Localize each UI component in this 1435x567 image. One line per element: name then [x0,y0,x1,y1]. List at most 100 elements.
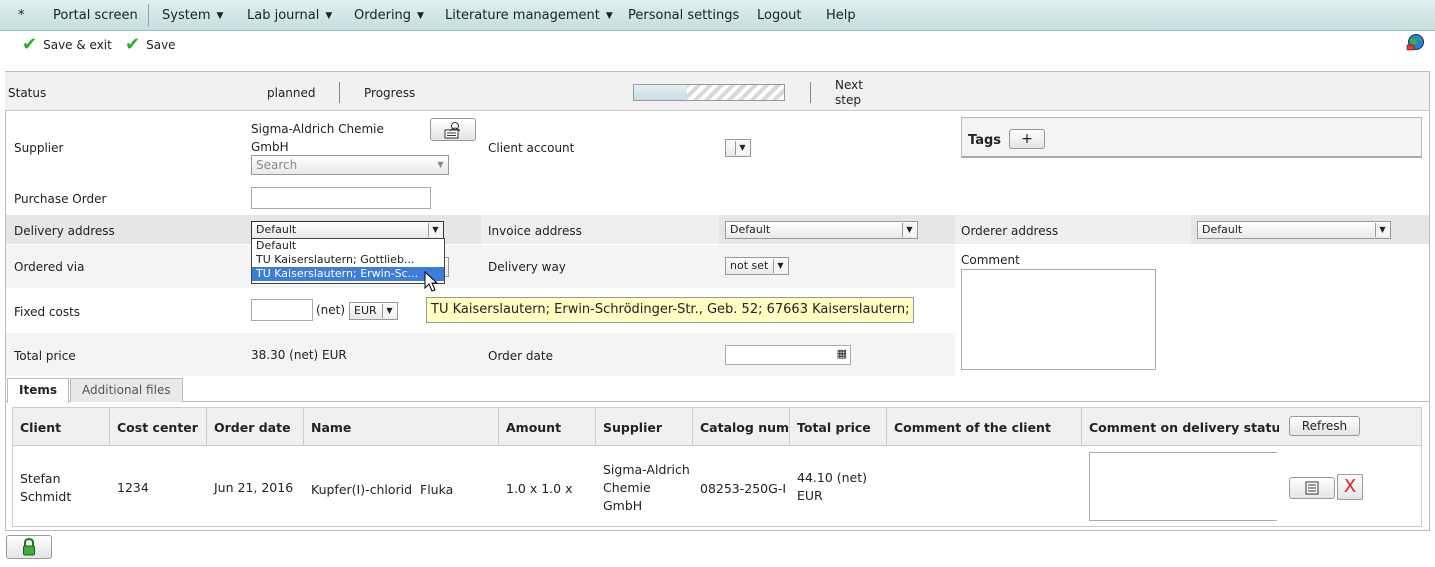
column-separator [789,408,790,445]
progress-bar-fill [634,85,687,100]
progress-label: Progress [364,86,416,100]
column-separator [109,408,110,445]
client-account-select[interactable]: ▼ [725,139,751,157]
tab-additional-files[interactable]: Additional files [70,378,183,402]
column-separator [886,408,887,445]
save-label: Save [146,38,176,52]
dropdown-option[interactable]: Default [252,239,444,253]
client-account-label: Client account [488,141,575,155]
column-header-catalog-number[interactable]: Catalog numb [700,420,789,435]
total-price-label: Total price [14,349,76,363]
tab-items[interactable]: Items [7,378,69,403]
column-header-comment-delivery[interactable]: Comment on delivery status [1089,420,1279,435]
menu-logout[interactable]: Logout [757,8,802,23]
dropdown-option-selected[interactable]: TU Kaiserslautern; Erwin-Sc... [252,267,444,281]
status-separator [810,82,811,103]
column-header-amount[interactable]: Amount [506,420,561,435]
invoice-address-select[interactable]: Default ▼ [725,221,918,239]
checkmark-icon: ✔ [22,34,38,55]
currency-select[interactable]: EUR ▼ [349,302,398,320]
column-header-order-date[interactable]: Order date [214,420,291,435]
order-date-input[interactable]: ▦ [725,345,851,365]
fixed-costs-input[interactable] [251,299,313,321]
cell-supplier: Sigma-Aldrich Chemie GmbH [603,462,690,513]
delivery-address-select[interactable]: Default ▼ [251,221,444,239]
chevron-down-icon: ▼ [325,11,333,21]
menu-label: Personal settings [628,8,740,23]
column-header-total-price[interactable]: Total price [797,420,871,435]
supplier-search-select[interactable]: Search ▼ [251,155,449,175]
cell-client: Stefan Schmidt [20,471,72,504]
lock-icon [23,537,35,556]
chevron-down-icon: ▼ [437,160,444,169]
cell-order-date: Jun 21, 2016 [214,480,294,495]
menu-system[interactable]: System ▼ [162,8,223,23]
column-header-name[interactable]: Name [311,420,351,435]
refresh-button[interactable]: Refresh [1289,416,1360,436]
cell-cost-center: 1234 [117,480,149,495]
delete-row-button[interactable]: X [1337,474,1363,500]
menu-ordering[interactable]: Ordering ▼ [354,8,424,23]
delivery-status-comment[interactable] [1089,452,1277,521]
menu-help[interactable]: Help [826,8,856,23]
globe-icon[interactable] [1406,33,1426,51]
tags-label: Tags [968,133,1002,148]
address-book-icon [1305,481,1319,495]
column-header-client[interactable]: Client [20,420,61,435]
purchase-order-label: Purchase Order [14,192,107,206]
column-separator [303,408,304,445]
chevron-down-icon: ▼ [605,11,613,21]
column-separator [1081,408,1082,445]
address-tooltip: TU Kaiserslautern; Erwin-Schrödinger-Str… [426,297,914,323]
column-header-supplier[interactable]: Supplier [603,420,662,435]
column-separator [595,408,596,445]
fixed-costs-label: Fixed costs [14,305,81,319]
dropdown-option[interactable]: TU Kaiserslautern; Gottlieb... [252,253,444,267]
menu-literature-management[interactable]: Literature management ▼ [445,8,613,23]
comment-label: Comment [961,253,1020,267]
cell-total-price: 44.10 (net) EUR [797,470,868,503]
chevron-down-icon: ▼ [735,141,749,155]
menu-label: Literature management [445,8,600,23]
add-tag-button[interactable]: + [1009,129,1045,149]
delivery-way-select[interactable]: not set ▼ [725,257,789,275]
menu-bar: * Portal screen System ▼ Lab journal ▼ Ord… [0,0,1435,31]
delivery-address-dropdown[interactable]: Default TU Kaiserslautern; Gottlieb... T… [251,238,445,284]
menu-personal-settings[interactable]: Personal settings [628,8,739,23]
calendar-icon[interactable]: ▦ [837,347,847,360]
supplier-value: Sigma-Aldrich Chemie GmbH [251,122,384,154]
cursor-arrow-icon [424,270,439,296]
cell-amount: 1.0 x 1.0 x [506,481,573,496]
menu-label: Lab journal [247,8,320,23]
menu-lab-journal[interactable]: Lab journal ▼ [247,8,332,23]
column-separator [498,408,499,445]
total-price-value: 38.30 (net) EUR [251,348,347,362]
next-step-label[interactable]: Next step [835,78,875,108]
menu-portal-screen[interactable]: Portal screen [53,8,138,23]
orderer-address-select[interactable]: Default ▼ [1197,221,1391,239]
supplier-label: Supplier [14,141,64,155]
comment-textarea[interactable] [961,269,1156,370]
menu-star[interactable]: * [18,8,25,23]
row-details-button[interactable] [1289,477,1335,499]
status-separator [339,82,340,103]
purchase-order-input[interactable] [251,187,431,209]
menu-label: Help [826,8,856,23]
column-header-cost-center[interactable]: Cost center [117,420,198,435]
ordered-via-row [6,245,955,288]
menu-label: System [162,8,211,23]
menu-label: Portal screen [53,8,138,23]
column-separator [206,408,207,445]
chevron-down-icon: ▼ [902,223,916,237]
column-header-comment-client[interactable]: Comment of the client [894,420,1051,435]
status-value: planned [267,86,316,100]
supplier-search-placeholder: Search [256,158,298,172]
tabs-baseline [6,401,1429,402]
save-exit-label: Save & exit [43,38,112,52]
supplier-lookup-button[interactable] [430,118,476,141]
menu-separator [148,4,149,26]
delivery-way-value: not set [730,259,769,272]
save-button[interactable]: ✔ Save [125,36,176,54]
lock-button[interactable] [6,535,52,559]
save-exit-button[interactable]: ✔ Save & exit [22,36,112,54]
